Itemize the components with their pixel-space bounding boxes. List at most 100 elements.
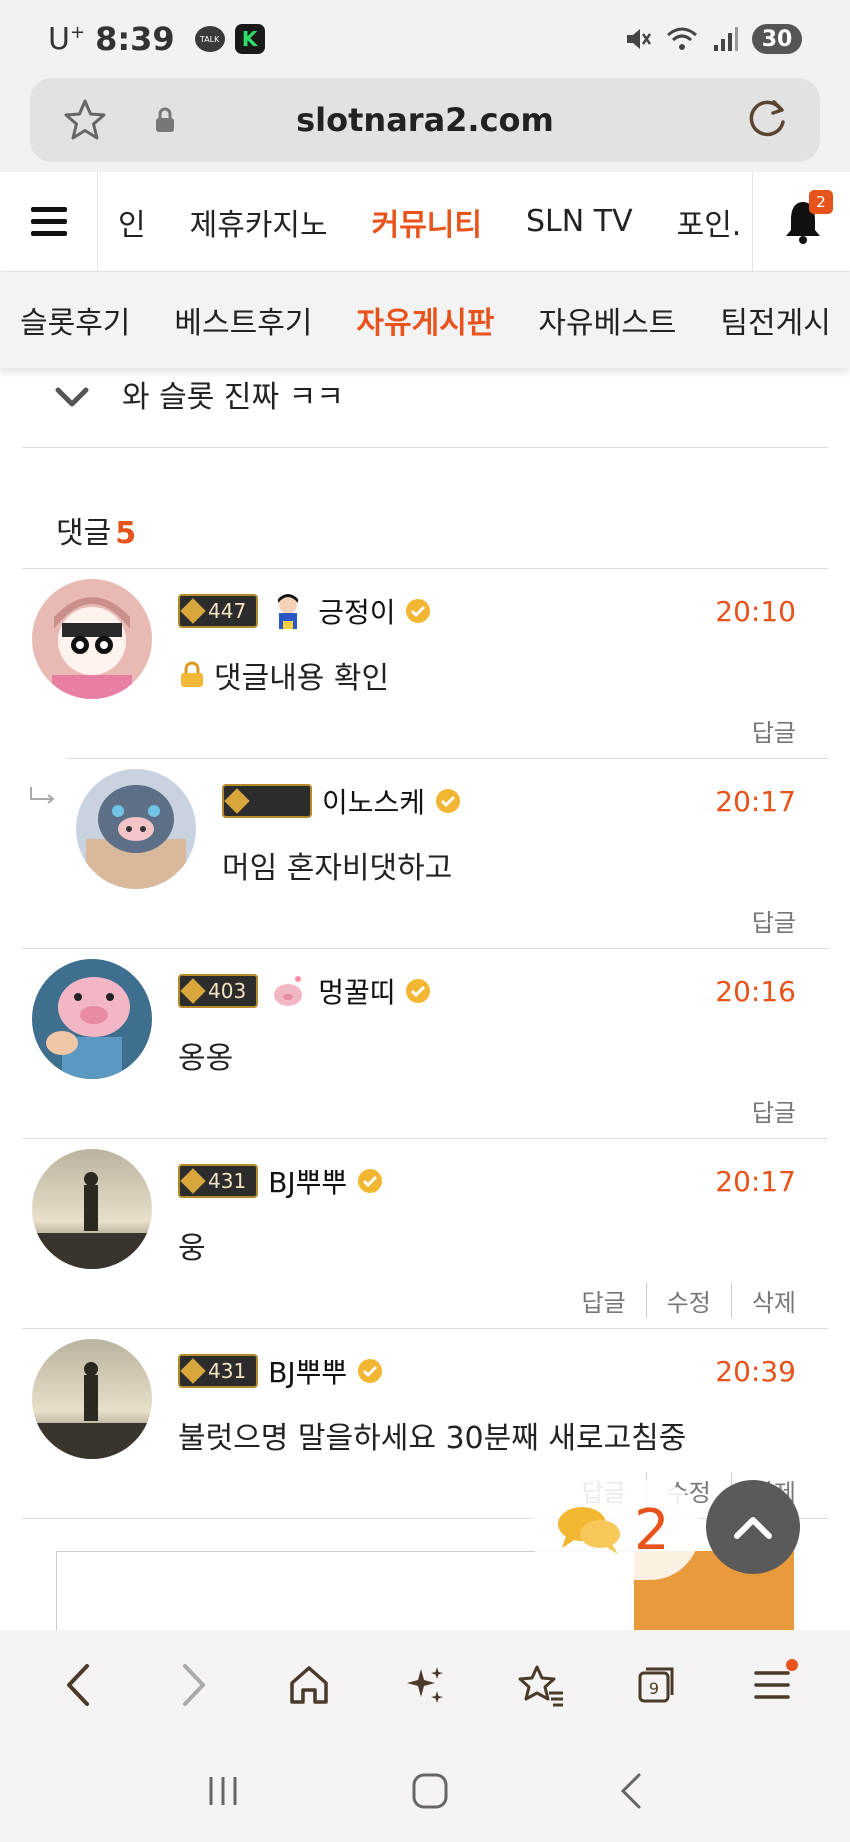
recent-apps-icon[interactable] — [203, 1773, 243, 1809]
lock-icon — [156, 107, 174, 132]
comment-text: 웅 — [178, 1231, 206, 1266]
browser-toolbar: 9 — [0, 1630, 850, 1740]
board-sub-nav: 슬롯후기 베스트후기 자유게시판 자유베스트 팀전게시 — [0, 272, 850, 368]
verified-badge-icon — [406, 599, 431, 623]
sparkle-icon — [406, 1667, 443, 1703]
reply-button[interactable]: 답글 — [732, 903, 796, 938]
chat-bubbles-icon — [558, 1507, 620, 1554]
comment-text: 머임 혼자비댓하고 — [222, 851, 453, 886]
related-post-title[interactable]: 와 슬롯 진짜 ㅋㅋ — [122, 372, 344, 416]
comment-meta: 이노스케 — [222, 781, 461, 821]
avatar[interactable] — [32, 959, 152, 1079]
tabs-icon: 9 — [638, 1667, 674, 1703]
status-left: U+ 8:39 TALK K — [48, 20, 265, 58]
reply-button[interactable]: 답글 — [561, 1283, 645, 1318]
k-app-icon: K — [234, 24, 265, 54]
tabs-count: 9 — [649, 1679, 659, 1698]
comment-list: 447 긍정이 20:10 댓글내용 확인 답글 이노스케 20:17 머임 혼… — [22, 568, 828, 1518]
scroll-to-top-button[interactable] — [706, 1480, 800, 1574]
comment-actions: 답글 — [732, 713, 796, 748]
pig-character-icon — [274, 976, 303, 1006]
chevron-up-icon — [734, 1517, 772, 1539]
system-back-icon[interactable] — [617, 1771, 647, 1811]
chevron-down-icon — [55, 387, 89, 407]
comment-time: 20:16 — [715, 975, 796, 1008]
home-icon — [290, 1666, 328, 1704]
home-circle-icon[interactable] — [410, 1771, 450, 1811]
subnav-best-review[interactable]: 베스트후기 — [174, 298, 312, 342]
menu-icon — [754, 1671, 790, 1699]
ai-sparkle-button[interactable] — [395, 1655, 455, 1715]
nav-item-community[interactable]: 커뮤니티 — [372, 200, 482, 244]
forward-button[interactable] — [164, 1655, 224, 1715]
level-badge: 403 — [178, 974, 259, 1008]
comment-time: 20:39 — [715, 1355, 796, 1388]
wifi-icon — [667, 27, 697, 50]
floating-comment-count: 2 — [634, 1497, 670, 1563]
verified-badge-icon — [358, 1169, 383, 1193]
comment-meta: 431 BJ뿌뿌 — [178, 1161, 383, 1201]
edit-button[interactable]: 수정 — [645, 1283, 731, 1318]
nickname[interactable]: BJ뿌뿌 — [268, 1351, 347, 1391]
nickname[interactable]: 긍정이 — [318, 591, 395, 631]
reply-button[interactable]: 답글 — [732, 1093, 796, 1128]
status-right: 30 — [624, 24, 802, 54]
nickname[interactable]: 멍꿀띠 — [318, 971, 395, 1011]
related-post-row[interactable]: 와 슬롯 진짜 ㅋㅋ — [22, 368, 828, 448]
comment-item: 447 긍정이 20:10 댓글내용 확인 답글 — [22, 568, 828, 758]
menu-hamburger-icon[interactable] — [0, 171, 98, 272]
back-button[interactable] — [48, 1655, 108, 1715]
home-button[interactable] — [279, 1655, 339, 1715]
reload-icon[interactable] — [744, 96, 790, 142]
nav-item-partial[interactable]: 인 — [118, 200, 146, 244]
comment-time: 20:17 — [715, 785, 796, 818]
verified-badge-icon — [436, 789, 461, 813]
lock-icon — [181, 661, 203, 687]
status-bar: U+ 8:39 TALK K 30 — [0, 0, 850, 78]
subnav-free-board[interactable]: 자유게시판 — [356, 298, 494, 342]
nav-item-points[interactable]: 포인. — [677, 200, 742, 244]
nav-item-sln-tv[interactable]: SLN TV — [526, 204, 633, 239]
comment-item: 431 BJ뿌뿌 20:17 웅 답글 수정 삭제 — [22, 1138, 828, 1328]
comment-meta: 431 BJ뿌뿌 — [178, 1351, 383, 1391]
comment-time: 20:10 — [715, 595, 796, 628]
floating-comments-button[interactable]: 2 — [530, 1480, 700, 1580]
comment-body: 머임 혼자비댓하고 — [222, 843, 452, 887]
comment-meta: 403 멍꿀띠 — [178, 971, 431, 1011]
reply-button[interactable]: 답글 — [732, 713, 796, 748]
nickname[interactable]: 이노스케 — [322, 781, 425, 821]
avatar[interactable] — [32, 1149, 152, 1269]
menu-notification-dot — [786, 1659, 799, 1671]
notifications[interactable]: 2 — [752, 171, 850, 272]
subnav-slot-review[interactable]: 슬롯후기 — [20, 298, 130, 342]
mute-icon — [627, 29, 652, 49]
comment-actions: 답글 수정 삭제 — [561, 1283, 796, 1318]
bookmarks-button[interactable] — [511, 1655, 571, 1715]
nickname[interactable]: BJ뿌뿌 — [268, 1161, 347, 1201]
avatar[interactable] — [76, 769, 196, 889]
comment-body: 댓글내용 확인 — [178, 653, 389, 697]
battery-indicator: 30 — [752, 24, 802, 54]
main-nav-items: 인 제휴카지노 커뮤니티 SLN TV 포인. — [98, 172, 752, 272]
verified-badge-icon — [406, 979, 431, 1003]
comment-item: 431 BJ뿌뿌 20:39 불럿으명 말을하세요 30분째 새로고침중 답글 … — [22, 1328, 828, 1518]
reply-arrow-icon — [30, 787, 55, 804]
chevron-right-icon — [182, 1664, 205, 1706]
browser-menu-button[interactable] — [742, 1655, 802, 1715]
site-main-nav: 인 제휴카지노 커뮤니티 SLN TV 포인. 2 — [0, 171, 850, 272]
nav-item-partner-casino[interactable]: 제휴카지노 — [190, 200, 328, 244]
subnav-team-board[interactable]: 팀전게시 — [720, 298, 830, 342]
subnav-free-best[interactable]: 자유베스트 — [538, 298, 676, 342]
delete-button[interactable]: 삭제 — [730, 1283, 796, 1318]
avatar[interactable] — [32, 579, 152, 699]
avatar[interactable] — [32, 1339, 152, 1459]
browser-url-area: slotnara2.com — [0, 78, 850, 172]
tabs-button[interactable]: 9 — [626, 1655, 686, 1715]
level-badge: 447 — [178, 594, 259, 628]
url-text[interactable]: slotnara2.com — [30, 101, 820, 139]
comment-body: 옹옹 — [178, 1033, 233, 1077]
level-badge: 431 — [178, 1354, 259, 1388]
bookmark-star-icon[interactable] — [62, 98, 108, 142]
comments-count: 5 — [115, 516, 137, 551]
url-bar[interactable]: slotnara2.com — [30, 78, 820, 162]
